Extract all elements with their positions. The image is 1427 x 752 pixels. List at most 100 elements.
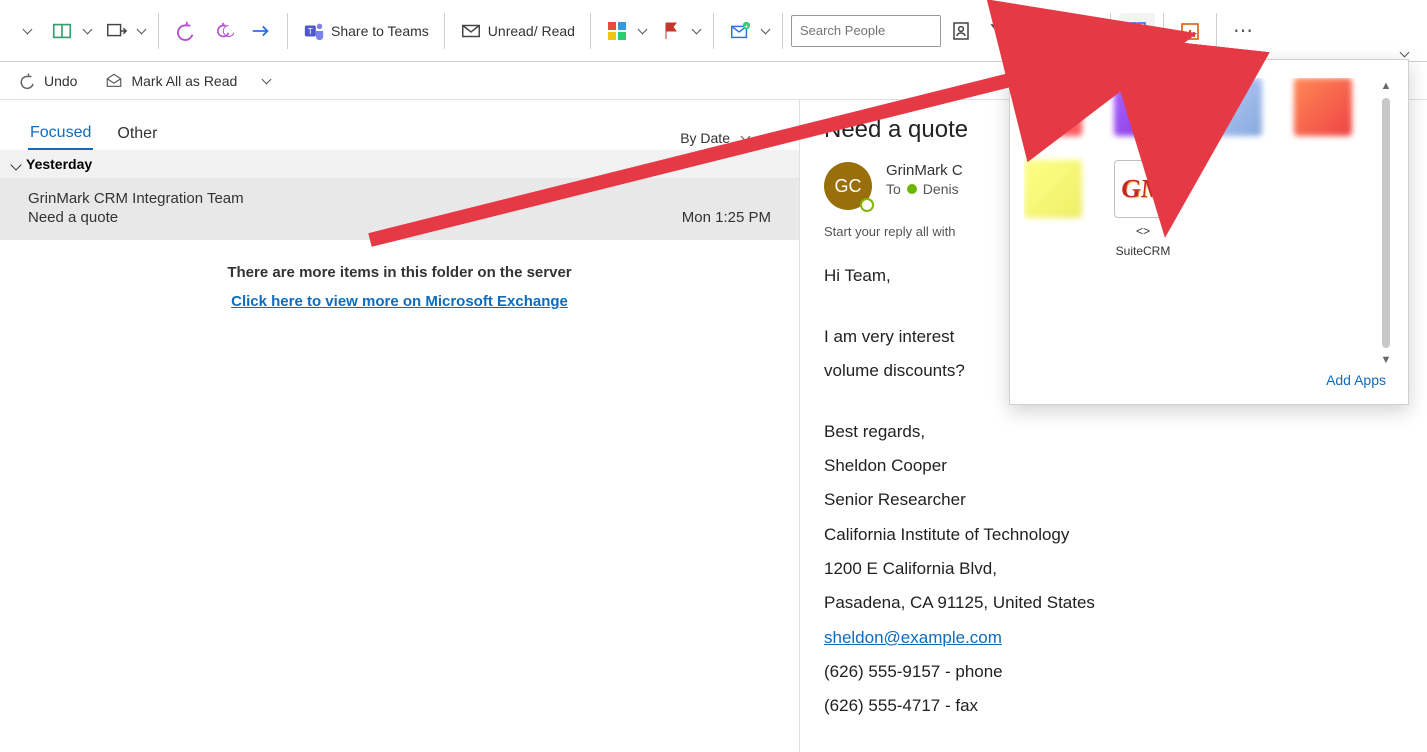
sort-by-control[interactable]: By Date ↑ (680, 130, 771, 146)
view-more-link[interactable]: Click here to view more on Microsoft Exc… (231, 293, 568, 310)
envelope-icon (460, 20, 482, 42)
message-row[interactable]: GrinMark CRM Integration Team Need a quo… (0, 178, 799, 240)
reading-pane-icon (51, 20, 73, 42)
read-aloud-button[interactable] (44, 13, 96, 49)
addin-tile-4[interactable] (1294, 78, 1352, 136)
sender-avatar[interactable]: GC (824, 162, 872, 210)
to-name[interactable]: Denis (923, 181, 959, 197)
translate-button[interactable]: Aあ (1050, 13, 1102, 49)
suitecrm-label: SuiteCRM (1116, 244, 1171, 258)
address-book-button[interactable] (943, 13, 979, 49)
undo-label: Undo (44, 73, 77, 89)
more-items-text: There are more items in this folder on t… (0, 264, 799, 281)
sig-addr1: 1200 E California Blvd, (824, 556, 1403, 582)
new-group-icon: + (729, 20, 751, 42)
share-to-teams-button[interactable]: T Share to Teams (296, 13, 436, 49)
sort-direction-icon[interactable]: ↑ (764, 130, 771, 146)
message-from: GrinMark CRM Integration Team (28, 190, 771, 207)
sort-by-label: By Date (680, 130, 730, 146)
translate-icon: Aあ (1057, 20, 1079, 42)
redo-button[interactable] (243, 13, 279, 49)
mark-all-read-button[interactable]: Mark All as Read (97, 67, 243, 95)
calendar-chart-icon (1179, 20, 1201, 42)
message-subject: Need a quote (28, 209, 118, 226)
svg-text:あ: あ (1068, 30, 1076, 39)
undo-button[interactable] (167, 13, 203, 49)
addin-tile-3[interactable] (1204, 78, 1262, 136)
addin-tile-suitecrm[interactable]: GM <> SuiteCRM (1114, 160, 1172, 259)
search-people-input[interactable] (791, 15, 941, 47)
to-line: To Denis (886, 181, 963, 197)
undo-small-icon (16, 70, 38, 92)
to-label: To (886, 181, 901, 197)
tab-other[interactable]: Other (115, 119, 159, 149)
separator (1041, 13, 1042, 49)
svg-text:+: + (744, 21, 748, 30)
new-group-button[interactable]: + (722, 13, 774, 49)
send-to-icon (105, 20, 127, 42)
add-apps-link[interactable]: Add Apps (1318, 368, 1394, 392)
addins-grid: ▲ GM <> SuiteCRM ▼ (1024, 78, 1394, 368)
message-list-pane: Focused Other By Date ↑ Yesterday GrinMa… (0, 100, 800, 752)
sender-name[interactable]: GrinMark C (886, 162, 963, 179)
avatar-initials: GC (835, 176, 862, 197)
sig-org: California Institute of Technology (824, 522, 1403, 548)
unread-read-label: Unread/ Read (488, 23, 575, 39)
presence-indicator (860, 198, 874, 212)
separator (713, 13, 714, 49)
get-addins-button[interactable] (1119, 13, 1155, 49)
follow-up-button[interactable] (653, 13, 705, 49)
mark-all-read-label: Mark All as Read (131, 73, 237, 89)
sig-fax: (626) 555-4717 - fax (824, 693, 1403, 719)
send-receive-button[interactable] (98, 13, 150, 49)
addins-popover: ▲ GM <> SuiteCRM ▼ Add Apps (1009, 59, 1409, 405)
share-to-teams-label: Share to Teams (331, 23, 429, 39)
addin-tile-1[interactable] (1024, 78, 1082, 136)
inbox-tabs: Focused Other By Date ↑ (0, 100, 799, 150)
addin-tile-2[interactable] (1114, 78, 1172, 136)
filter-icon (988, 20, 1010, 42)
date-group-yesterday[interactable]: Yesterday (0, 150, 799, 178)
sig-addr2: Pasadena, CA 91125, United States (824, 590, 1403, 616)
categorize-button[interactable] (599, 13, 651, 49)
ribbon-more-left[interactable] (6, 13, 42, 49)
separator (287, 13, 288, 49)
svg-text:A: A (1061, 24, 1067, 33)
addin-tile-5[interactable] (1024, 160, 1082, 259)
separator (158, 13, 159, 49)
arrow-right-icon (250, 20, 272, 42)
recipient-presence-icon (907, 184, 917, 194)
separator (782, 13, 783, 49)
envelope-open-icon (103, 70, 125, 92)
sig-name: Sheldon Cooper (824, 453, 1403, 479)
teams-icon: T (303, 20, 325, 42)
undo-icon (174, 20, 196, 42)
date-group-label: Yesterday (26, 156, 92, 172)
separator (444, 13, 445, 49)
apps-icon (1126, 20, 1148, 42)
undo-all-icon (212, 20, 234, 42)
sig-regards: Best regards, (824, 419, 1403, 445)
insights-button[interactable] (1172, 13, 1208, 49)
undo-all-button[interactable] (205, 13, 241, 49)
more-commands-button[interactable] (1225, 13, 1261, 49)
separator (1216, 13, 1217, 49)
body-line-1a: I am very interest (824, 327, 954, 346)
svg-text:T: T (308, 26, 313, 35)
scroll-up-button[interactable]: ▲ (1378, 78, 1394, 94)
sig-email-link[interactable]: sheldon@example.com (824, 628, 1002, 647)
undo-quick-button[interactable]: Undo (10, 67, 83, 95)
tab-focused[interactable]: Focused (28, 118, 93, 150)
flag-icon (660, 20, 682, 42)
filter-button[interactable] (981, 13, 1033, 49)
unread-read-button[interactable]: Unread/ Read (453, 13, 582, 49)
ribbon-toolbar: T Share to Teams Unread/ Read + (0, 0, 1427, 62)
chevron-down-icon (12, 156, 20, 172)
separator (1110, 13, 1111, 49)
suitecrm-icon: GM (1114, 160, 1172, 218)
sig-phone: (626) 555-9157 - phone (824, 659, 1403, 685)
scroll-down-button[interactable]: ▼ (1378, 352, 1394, 368)
sig-title: Senior Researcher (824, 487, 1403, 513)
customize-quick-bar[interactable] (257, 73, 279, 89)
addins-scrollbar[interactable] (1382, 98, 1390, 348)
